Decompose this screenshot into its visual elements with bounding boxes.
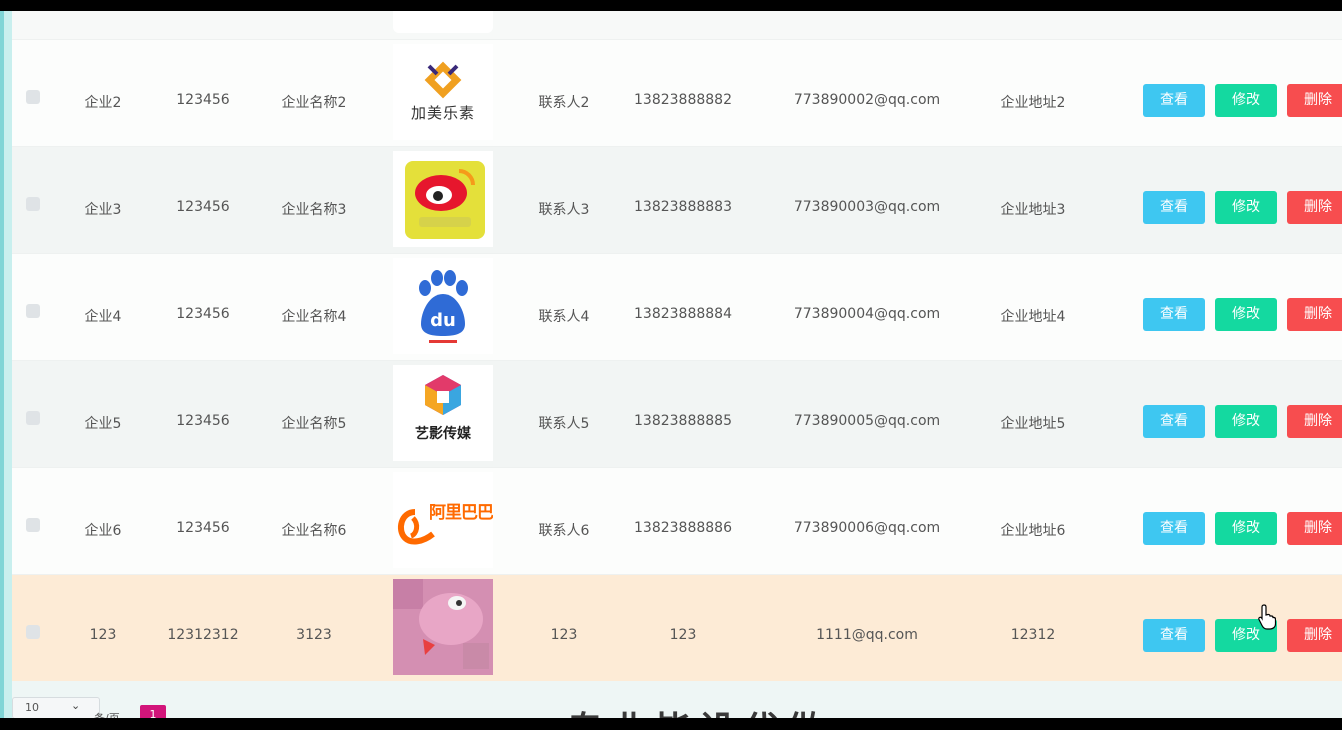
- cell-email: 773890002@qq.com: [793, 92, 941, 108]
- page-button-current[interactable]: 1: [140, 705, 166, 718]
- cell-email: 773890004@qq.com: [793, 306, 941, 322]
- cell-company: 企业名称2: [281, 95, 347, 111]
- pink-photo: [393, 579, 493, 675]
- yiying-logo: 艺影传媒: [393, 365, 493, 461]
- row-checkbox[interactable]: [26, 411, 40, 425]
- jiamei-logo: 加美乐素: [393, 44, 493, 140]
- cell-contact: 联系人3: [538, 202, 590, 218]
- row-checkbox[interactable]: [26, 518, 40, 532]
- yiying-logo-text: 艺影传媒: [415, 426, 471, 442]
- cell-name: 企业4: [84, 309, 122, 325]
- cell-company: 企业名称6: [281, 523, 347, 539]
- row-checkbox[interactable]: [26, 197, 40, 211]
- row-checkbox[interactable]: [26, 90, 40, 104]
- row-checkbox[interactable]: [26, 304, 40, 318]
- table-row: 企业2 123456 企业名称2 加美乐素 联系人2 13823888882 7…: [12, 40, 1342, 147]
- cell-phone: 13823888885: [634, 413, 732, 429]
- cell-password: 123456: [176, 306, 230, 322]
- page-size-suffix: 条/页: [94, 710, 120, 718]
- cell-name: 企业5: [84, 416, 122, 432]
- table-row: 企业4 123456 企业名称4 du 联系人4 13823888884 773…: [12, 254, 1342, 361]
- delete-button[interactable]: 删除: [1287, 191, 1342, 224]
- cell-name: 企业2: [84, 95, 122, 111]
- delete-button[interactable]: 删除: [1287, 619, 1342, 652]
- page: 企业2 123456 企业名称2 加美乐素 联系人2 13823888882 7…: [0, 11, 1342, 718]
- cell-company: 3123: [296, 627, 332, 643]
- cell-password: 123456: [176, 199, 230, 215]
- delete-button[interactable]: 删除: [1287, 512, 1342, 545]
- view-button[interactable]: 查看: [1143, 298, 1205, 331]
- view-button[interactable]: 查看: [1143, 512, 1205, 545]
- cell-name: 企业3: [84, 202, 122, 218]
- cell-password: 123456: [176, 92, 230, 108]
- cell-phone: 13823888883: [634, 199, 732, 215]
- table-row-partial: [12, 11, 1342, 40]
- table-row-highlighted: 123 12312312 3123 123 123 1111@qq.com 12…: [12, 575, 1342, 682]
- cell-company: 企业名称3: [281, 202, 347, 218]
- cell-name: 企业6: [84, 523, 122, 539]
- cell-contact: 联系人5: [538, 416, 590, 432]
- cell-address: 12312: [1010, 627, 1056, 643]
- table-row: 企业3 123456 企业名称3 联系人3 13823888883 773890…: [12, 147, 1342, 254]
- view-button[interactable]: 查看: [1143, 191, 1205, 224]
- chevron-down-icon: ⌄: [71, 699, 81, 712]
- enterprise-table: 企业2 123456 企业名称2 加美乐素 联系人2 13823888882 7…: [12, 11, 1342, 682]
- cell-email: 1111@qq.com: [816, 627, 918, 643]
- cell-phone: 13823888882: [634, 92, 732, 108]
- cell-phone: 13823888886: [634, 520, 732, 536]
- watermark-text: 专业毕设代做: [567, 701, 831, 718]
- jiamei-logo-text: 加美乐素: [410, 104, 475, 122]
- cell-password: 12312312: [167, 627, 239, 643]
- edit-button[interactable]: 修改: [1215, 191, 1277, 224]
- baidu-logo-text: du: [430, 310, 456, 331]
- view-button[interactable]: 查看: [1143, 619, 1205, 652]
- delete-button[interactable]: 删除: [1287, 298, 1342, 331]
- left-accent-bar: [0, 11, 12, 718]
- cell-contact: 联系人2: [538, 95, 590, 111]
- cell-contact: 123: [550, 627, 578, 643]
- edit-button[interactable]: 修改: [1215, 84, 1277, 117]
- logo-cell-partial: [393, 11, 493, 33]
- cell-name: 123: [89, 627, 117, 643]
- cell-address: 企业地址4: [1000, 309, 1066, 325]
- row-checkbox[interactable]: [26, 625, 40, 639]
- cell-address: 企业地址3: [1000, 202, 1066, 218]
- cell-email: 773890006@qq.com: [793, 520, 941, 536]
- table-row: 企业6 123456 企业名称6 阿里巴巴 联系人6 13823888886 7…: [12, 468, 1342, 575]
- cell-password: 123456: [176, 413, 230, 429]
- table-footer: 10 ⌄ 条/页 1 专业毕设代做: [12, 681, 1342, 718]
- cell-address: 企业地址5: [1000, 416, 1066, 432]
- delete-button[interactable]: 删除: [1287, 84, 1342, 117]
- view-button[interactable]: 查看: [1143, 84, 1205, 117]
- cell-email: 773890005@qq.com: [793, 413, 941, 429]
- cell-address: 企业地址6: [1000, 523, 1066, 539]
- alibaba-logo-text: 阿里巴巴: [429, 503, 493, 523]
- page-size-select[interactable]: 10 ⌄: [12, 697, 100, 718]
- bottom-black-bar: [0, 718, 1342, 730]
- edit-button[interactable]: 修改: [1215, 512, 1277, 545]
- cell-company: 企业名称4: [281, 309, 347, 325]
- cell-contact: 联系人4: [538, 309, 590, 325]
- cell-address: 企业地址2: [1000, 95, 1066, 111]
- weibo-logo: [393, 151, 493, 247]
- table-row: 企业5 123456 企业名称5 艺影传媒 联系人5 13823888885 7…: [12, 361, 1342, 468]
- page-size-value: 10: [25, 701, 39, 714]
- alibaba-logo: 阿里巴巴: [393, 472, 493, 568]
- cell-company: 企业名称5: [281, 416, 347, 432]
- cell-contact: 联系人6: [538, 523, 590, 539]
- cell-email: 773890003@qq.com: [793, 199, 941, 215]
- view-button[interactable]: 查看: [1143, 405, 1205, 438]
- edit-button[interactable]: 修改: [1215, 298, 1277, 331]
- cell-phone: 123: [669, 627, 697, 643]
- delete-button[interactable]: 删除: [1287, 405, 1342, 438]
- cell-password: 123456: [176, 520, 230, 536]
- edit-button[interactable]: 修改: [1215, 405, 1277, 438]
- baidu-logo: du: [393, 258, 493, 354]
- hand-cursor-icon: [1258, 604, 1276, 630]
- cell-phone: 13823888884: [634, 306, 732, 322]
